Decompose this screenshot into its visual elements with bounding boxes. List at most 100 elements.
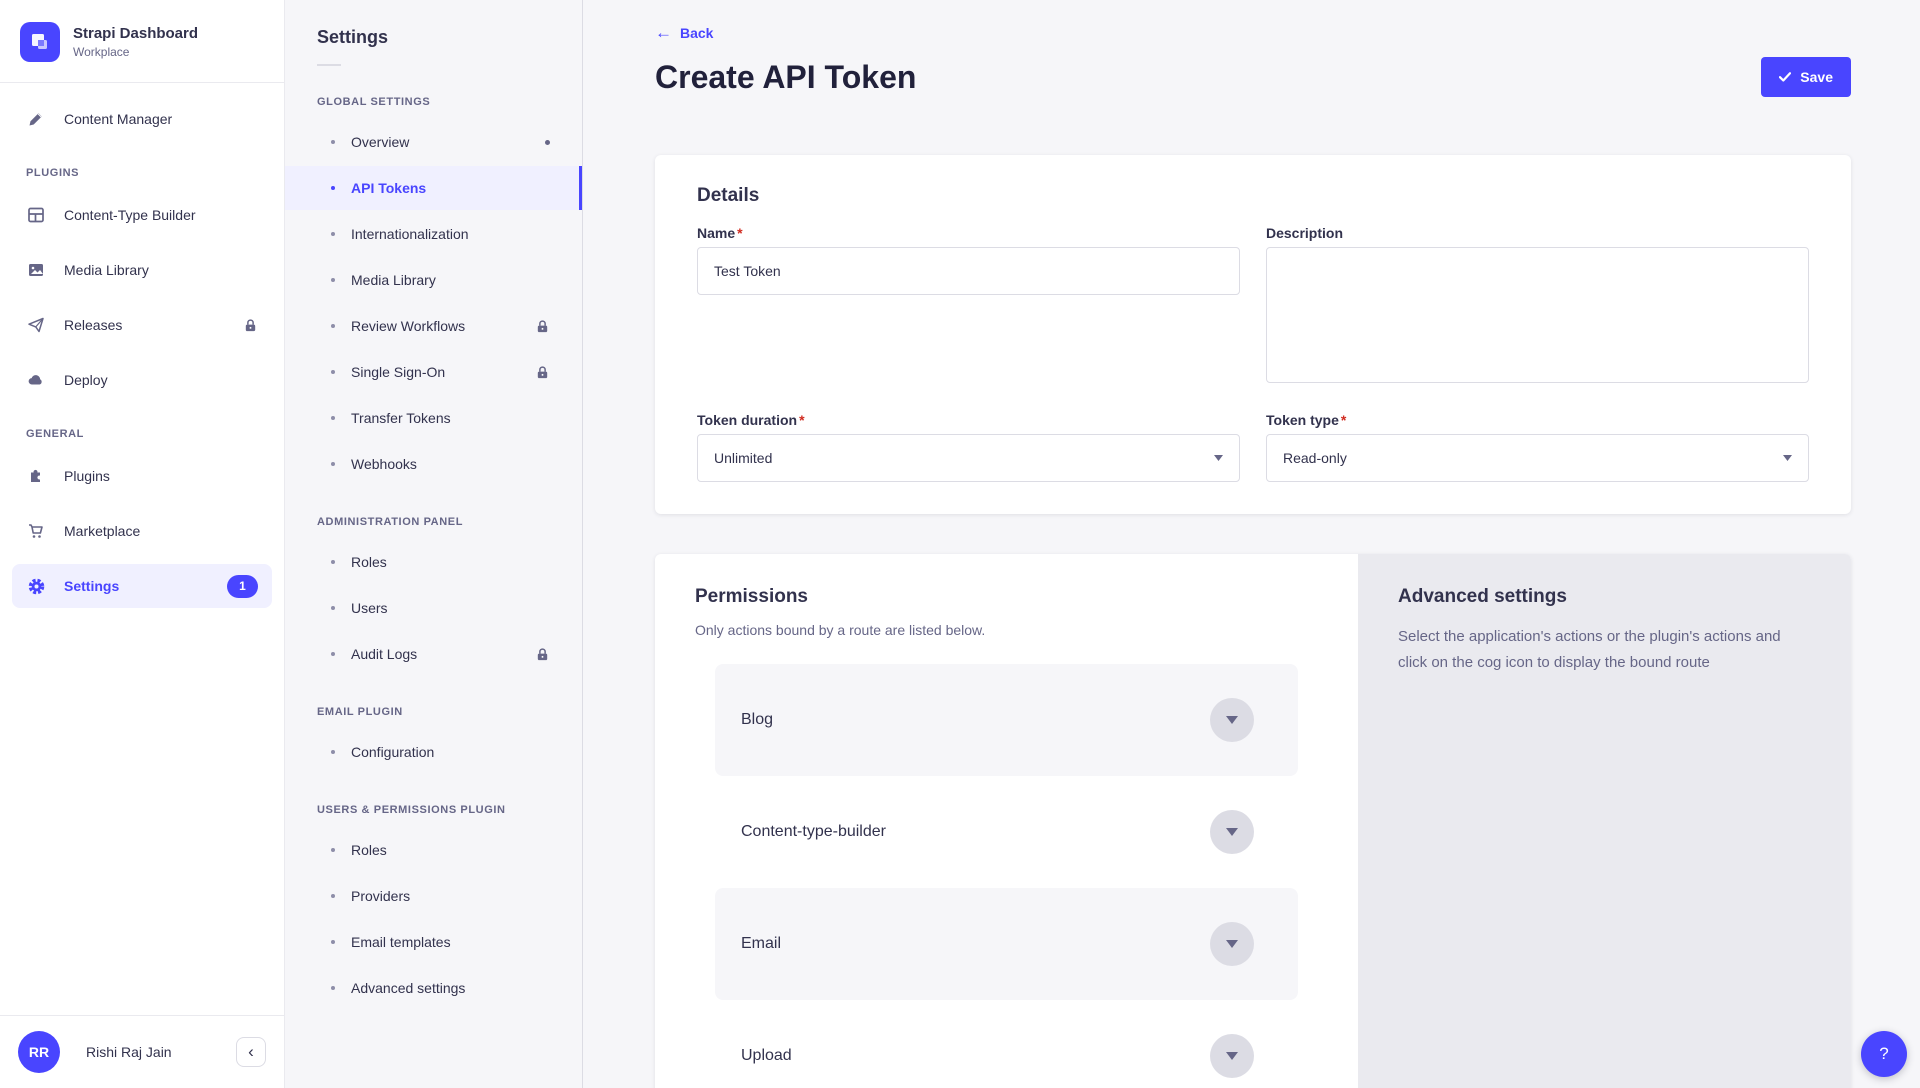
subnav-item-label: Media Library	[351, 272, 436, 288]
workspace-brand[interactable]: Strapi Dashboard Workplace	[0, 0, 284, 83]
subnav-section-email-plugin: EMAIL PLUGIN	[285, 706, 582, 718]
name-input[interactable]	[697, 247, 1240, 295]
sidebar-item-label: Settings	[64, 578, 119, 594]
bullet-icon	[331, 940, 335, 944]
save-button[interactable]: Save	[1761, 57, 1851, 97]
bullet-icon	[331, 750, 335, 754]
bullet-icon	[331, 848, 335, 852]
bullet-icon	[331, 462, 335, 466]
caret-down-icon	[1214, 455, 1223, 461]
accordion-upload[interactable]: Upload	[715, 1000, 1298, 1088]
subnav-item-overview[interactable]: Overview	[285, 120, 582, 164]
accordion-toggle-button[interactable]	[1210, 698, 1254, 742]
subnav-item-audit-logs[interactable]: Audit Logs	[285, 632, 582, 676]
subnav-item-label: Overview	[351, 134, 409, 150]
sidebar-item-releases[interactable]: Releases	[12, 303, 272, 347]
sidebar-item-content-manager[interactable]: Content Manager	[12, 97, 272, 141]
subnav-item-advanced-settings[interactable]: Advanced settings	[285, 966, 582, 1010]
details-card: Details Name* Description Token duration…	[655, 155, 1851, 514]
main-sidebar: Strapi Dashboard Workplace Content Manag…	[0, 0, 285, 1088]
strapi-logo-icon	[20, 22, 60, 62]
subnav-section-global-settings: GLOBAL SETTINGS	[285, 96, 582, 108]
arrow-left-icon: ←	[655, 24, 672, 41]
subnav-item-label: Audit Logs	[351, 646, 417, 662]
subnav-item-internationalization[interactable]: Internationalization	[285, 212, 582, 256]
puzzle-icon	[26, 466, 46, 486]
accordion-label: Blog	[741, 711, 773, 729]
bullet-icon	[331, 652, 335, 656]
description-field-group: Description	[1266, 225, 1809, 388]
bullet-icon	[331, 606, 335, 610]
accordion-blog[interactable]: Blog	[715, 664, 1298, 776]
token-type-label: Token type*	[1266, 412, 1809, 428]
subnav-item-single-sign-on[interactable]: Single Sign-On	[285, 350, 582, 394]
accordion-toggle-button[interactable]	[1210, 922, 1254, 966]
subnav-title: Settings	[285, 0, 582, 48]
subnav-item-providers[interactable]: Providers	[285, 874, 582, 918]
chevron-left-icon: ‹	[248, 1042, 254, 1062]
accordion-content-type-builder[interactable]: Content-type-builder	[715, 776, 1298, 888]
accordion-email[interactable]: Email	[715, 888, 1298, 1000]
sidebar-collapse-button[interactable]: ‹	[236, 1037, 266, 1067]
subnav-item-review-workflows[interactable]: Review Workflows	[285, 304, 582, 348]
sidebar-item-deploy[interactable]: Deploy	[12, 358, 272, 402]
subnav-item-admin-users[interactable]: Users	[285, 586, 582, 630]
sidebar-item-media-library[interactable]: Media Library	[12, 248, 272, 292]
avatar[interactable]: RR	[18, 1031, 60, 1073]
subnav-item-label: Configuration	[351, 744, 434, 760]
token-type-value: Read-only	[1283, 450, 1347, 466]
sidebar-item-label: Marketplace	[64, 523, 140, 539]
layout-icon	[26, 205, 46, 225]
subnav-item-configuration[interactable]: Configuration	[285, 730, 582, 774]
sidebar-item-plugins[interactable]: Plugins	[12, 454, 272, 498]
lock-icon	[535, 319, 550, 334]
sidebar-item-label: Content-Type Builder	[64, 207, 196, 223]
token-duration-select[interactable]: Unlimited	[697, 434, 1240, 482]
image-icon	[26, 260, 46, 280]
help-button[interactable]: ?	[1861, 1031, 1907, 1077]
subnav-item-label: Transfer Tokens	[351, 410, 451, 426]
subnav-item-api-tokens[interactable]: API Tokens	[285, 166, 582, 210]
subnav-item-transfer-tokens[interactable]: Transfer Tokens	[285, 396, 582, 440]
lock-icon	[243, 318, 258, 333]
back-link[interactable]: ← Back	[655, 24, 713, 41]
caret-down-icon	[1226, 940, 1238, 948]
bullet-icon	[331, 324, 335, 328]
permissions-title: Permissions	[695, 586, 1318, 608]
description-label: Description	[1266, 225, 1809, 241]
subnav-item-webhooks[interactable]: Webhooks	[285, 442, 582, 486]
cart-icon	[26, 521, 46, 541]
sidebar-item-marketplace[interactable]: Marketplace	[12, 509, 272, 553]
subnav-item-up-roles[interactable]: Roles	[285, 828, 582, 872]
accordion-label: Email	[741, 935, 781, 953]
accordion-toggle-button[interactable]	[1210, 810, 1254, 854]
settings-notification-badge: 1	[227, 575, 258, 598]
sidebar-item-content-type-builder[interactable]: Content-Type Builder	[12, 193, 272, 237]
subnav-item-admin-roles[interactable]: Roles	[285, 540, 582, 584]
user-row: RR Rishi Raj Jain ‹	[0, 1015, 284, 1088]
accordion-toggle-button[interactable]	[1210, 1034, 1254, 1078]
subnav-item-email-templates[interactable]: Email templates	[285, 920, 582, 964]
token-duration-field-group: Token duration* Unlimited	[697, 412, 1240, 482]
sidebar-nav: Content Manager PLUGINS Content-Type Bui…	[0, 83, 284, 1015]
settings-subnav: Settings GLOBAL SETTINGS Overview API To…	[285, 0, 583, 1088]
caret-down-icon	[1226, 716, 1238, 724]
subnav-item-label: Advanced settings	[351, 980, 465, 996]
sidebar-item-settings[interactable]: Settings 1	[12, 564, 272, 608]
workspace-title: Strapi Dashboard	[73, 25, 198, 44]
app-window: Strapi Dashboard Workplace Content Manag…	[0, 0, 1920, 1088]
notification-dot-icon	[545, 140, 550, 145]
accordion-label: Content-type-builder	[741, 823, 886, 841]
token-type-select[interactable]: Read-only	[1266, 434, 1809, 482]
cloud-icon	[26, 370, 46, 390]
subnav-item-label: Users	[351, 600, 388, 616]
page-header: Create API Token Save	[655, 57, 1851, 97]
subnav-item-label: Providers	[351, 888, 410, 904]
details-fields: Name* Description Token duration* Unlimi…	[697, 225, 1809, 482]
bullet-icon	[331, 140, 335, 144]
token-duration-label: Token duration*	[697, 412, 1240, 428]
question-mark-icon: ?	[1879, 1044, 1888, 1064]
description-textarea[interactable]	[1266, 247, 1809, 383]
page-title: Create API Token	[655, 59, 916, 96]
subnav-item-media-library[interactable]: Media Library	[285, 258, 582, 302]
